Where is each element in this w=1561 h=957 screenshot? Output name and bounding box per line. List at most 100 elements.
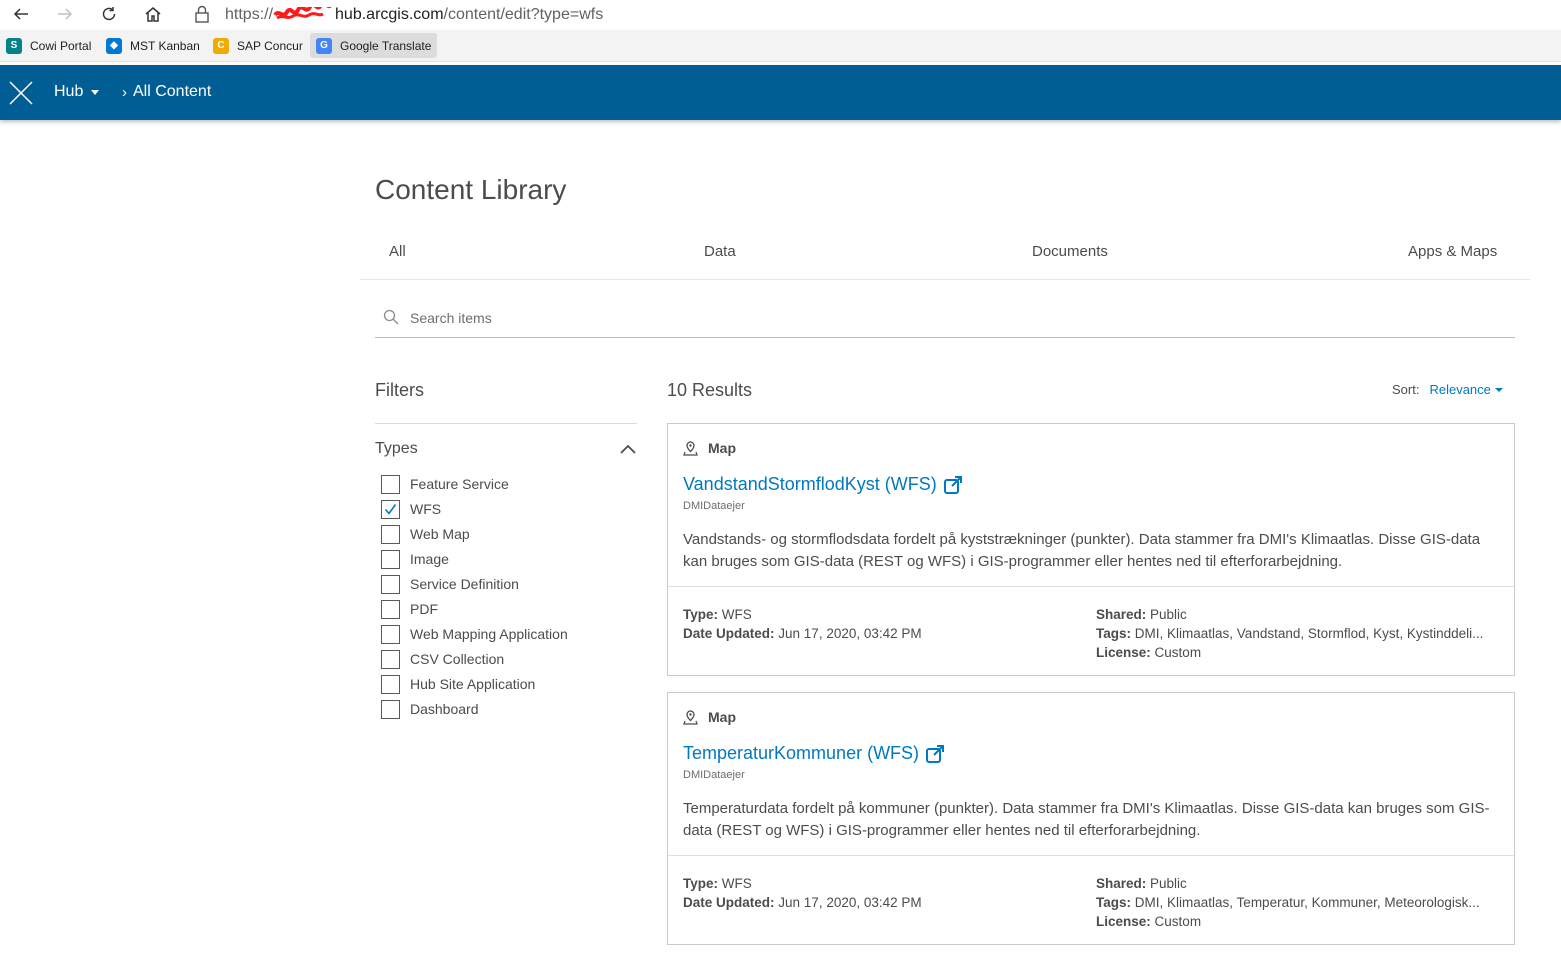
filter-label: Web Mapping Application — [410, 626, 568, 642]
filter-hub-site-application[interactable]: Hub Site Application — [381, 674, 535, 694]
meta-key: License: — [1096, 645, 1151, 660]
meta-key: Date Updated: — [683, 626, 775, 641]
item-title-link[interactable]: VandstandStormflodKyst (WFS) — [683, 474, 963, 495]
hub-dropdown[interactable]: Hub — [54, 83, 100, 101]
checkbox[interactable] — [381, 474, 400, 494]
item-description: Vandstands- og stormflodsdata fordelt på… — [683, 531, 1481, 570]
meta-value: DMI, Klimaatlas, Vandstand, Stormflod, K… — [1134, 626, 1484, 641]
search-icon — [383, 309, 399, 325]
item-type: Map — [683, 440, 736, 456]
caret-down-icon — [91, 89, 100, 95]
item-title-link[interactable]: TemperaturKommuner (WFS) — [683, 743, 945, 764]
filter-csv-collection[interactable]: CSV Collection — [381, 649, 504, 669]
checkbox[interactable] — [381, 699, 400, 719]
item-type: Map — [683, 709, 736, 725]
home-button[interactable] — [140, 2, 166, 26]
checkbox[interactable] — [381, 499, 400, 519]
filter-image[interactable]: Image — [381, 549, 449, 569]
item-owner: DMIDataejer — [683, 500, 745, 512]
meta-key: Shared: — [1096, 876, 1147, 891]
filter-label: Hub Site Application — [410, 676, 536, 692]
bookmark-label: Google Translate — [340, 38, 432, 53]
meta-value: Jun 17, 2020, 03:42 PM — [778, 895, 922, 910]
checkbox[interactable] — [381, 599, 400, 619]
bookmarks-bar: S Cowi Portal ◆ MST Kanban C SAP Concur … — [0, 30, 1561, 62]
hub-header: Hub › All Content — [0, 65, 1561, 120]
bookmark-label: MST Kanban — [130, 38, 200, 53]
item-meta-right: Shared: Public Tags: DMI, Klimaatlas, Va… — [1096, 605, 1506, 662]
filter-label: Feature Service — [410, 476, 509, 492]
meta-key: Tags: — [1096, 895, 1132, 910]
meta-value: Public — [1150, 607, 1187, 622]
bookmark-label: Cowi Portal — [30, 38, 92, 53]
card-summary: Map VandstandStormflodKyst (WFS) DMIData… — [668, 424, 1514, 587]
meta-value: DMI, Klimaatlas, Temperatur, Kommuner, M… — [1134, 895, 1480, 910]
tab-documents[interactable]: Documents — [1032, 243, 1108, 260]
filter-feature-service[interactable]: Feature Service — [381, 474, 509, 494]
filter-pdf[interactable]: PDF — [381, 599, 438, 619]
bookmark-mst-kanban[interactable]: ◆ MST Kanban — [100, 33, 206, 58]
filter-label: Image — [410, 551, 449, 567]
breadcrumb-label: All Content — [133, 83, 212, 100]
azure-devops-icon: ◆ — [106, 37, 122, 54]
meta-key: Date Updated: — [683, 895, 775, 910]
result-card: Map VandstandStormflodKyst (WFS) DMIData… — [667, 423, 1515, 676]
item-meta-left: Type: WFS Date Updated: Jun 17, 2020, 03… — [683, 874, 922, 912]
bookmark-sap-concur[interactable]: C SAP Concur — [207, 33, 309, 58]
item-owner: DMIDataejer — [683, 769, 745, 781]
filter-web-map[interactable]: Web Map — [381, 524, 470, 544]
chevron-right-icon: › — [122, 83, 127, 101]
divider — [375, 423, 637, 424]
meta-value: Custom — [1154, 914, 1202, 929]
card-summary: Map TemperaturKommuner (WFS) DMIDataejer… — [668, 693, 1514, 856]
sort-value: Relevance — [1429, 382, 1491, 397]
item-meta-left: Type: WFS Date Updated: Jun 17, 2020, 03… — [683, 605, 922, 643]
close-icon[interactable] — [8, 80, 34, 106]
result-card: Map TemperaturKommuner (WFS) DMIDataejer… — [667, 692, 1515, 945]
meta-key: Tags: — [1096, 626, 1132, 641]
bookmark-cowi-portal[interactable]: S Cowi Portal — [0, 33, 97, 58]
sort-dropdown[interactable]: Relevance — [1429, 382, 1503, 397]
checkbox[interactable] — [381, 649, 400, 669]
back-button[interactable] — [8, 2, 34, 26]
filter-label: Service Definition — [410, 576, 519, 592]
item-description: Temperaturdata fordelt på kommuner (punk… — [683, 800, 1490, 839]
meta-value: Jun 17, 2020, 03:42 PM — [778, 626, 922, 641]
types-group-title: Types — [375, 440, 418, 457]
meta-key: Type: — [683, 876, 719, 891]
meta-value: WFS — [721, 607, 752, 622]
tab-apps-maps[interactable]: Apps & Maps — [1408, 243, 1497, 260]
meta-value: WFS — [721, 876, 752, 891]
breadcrumb[interactable]: › All Content — [122, 83, 211, 101]
item-type-label: Map — [708, 709, 736, 725]
browser-address-bar: https:// hub.arcgis.com/content/edit?type… — [0, 0, 1561, 28]
filter-dashboard[interactable]: Dashboard — [381, 699, 479, 719]
arrow-right-icon — [58, 8, 73, 20]
filter-service-definition[interactable]: Service Definition — [381, 574, 519, 594]
chevron-up-icon[interactable] — [618, 440, 638, 458]
checkbox[interactable] — [381, 524, 400, 544]
meta-key: License: — [1096, 914, 1151, 929]
item-type-label: Map — [708, 440, 736, 456]
concur-icon: C — [213, 37, 229, 54]
checkbox[interactable] — [381, 624, 400, 644]
home-icon — [145, 7, 161, 22]
filter-wfs[interactable]: WFS — [381, 499, 441, 519]
external-link-icon — [926, 744, 945, 763]
checkbox[interactable] — [381, 549, 400, 569]
checkbox[interactable] — [381, 574, 400, 594]
checkbox[interactable] — [381, 674, 400, 694]
tab-data[interactable]: Data — [704, 243, 736, 260]
hub-label: Hub — [54, 83, 84, 100]
bookmark-google-translate[interactable]: G Google Translate — [310, 33, 438, 58]
url-prefix: https:// — [225, 6, 274, 23]
tab-all[interactable]: All — [389, 243, 406, 260]
search-input[interactable] — [410, 305, 1500, 331]
item-meta-right: Shared: Public Tags: DMI, Klimaatlas, Te… — [1096, 874, 1506, 931]
url-field[interactable]: https:// hub.arcgis.com/content/edit?type… — [225, 0, 603, 24]
filter-web-mapping-application[interactable]: Web Mapping Application — [381, 624, 568, 644]
forward-button[interactable] — [52, 2, 78, 26]
item-title: TemperaturKommuner (WFS) — [683, 743, 920, 763]
map-pin-icon — [683, 709, 698, 725]
reload-button[interactable] — [96, 2, 122, 26]
